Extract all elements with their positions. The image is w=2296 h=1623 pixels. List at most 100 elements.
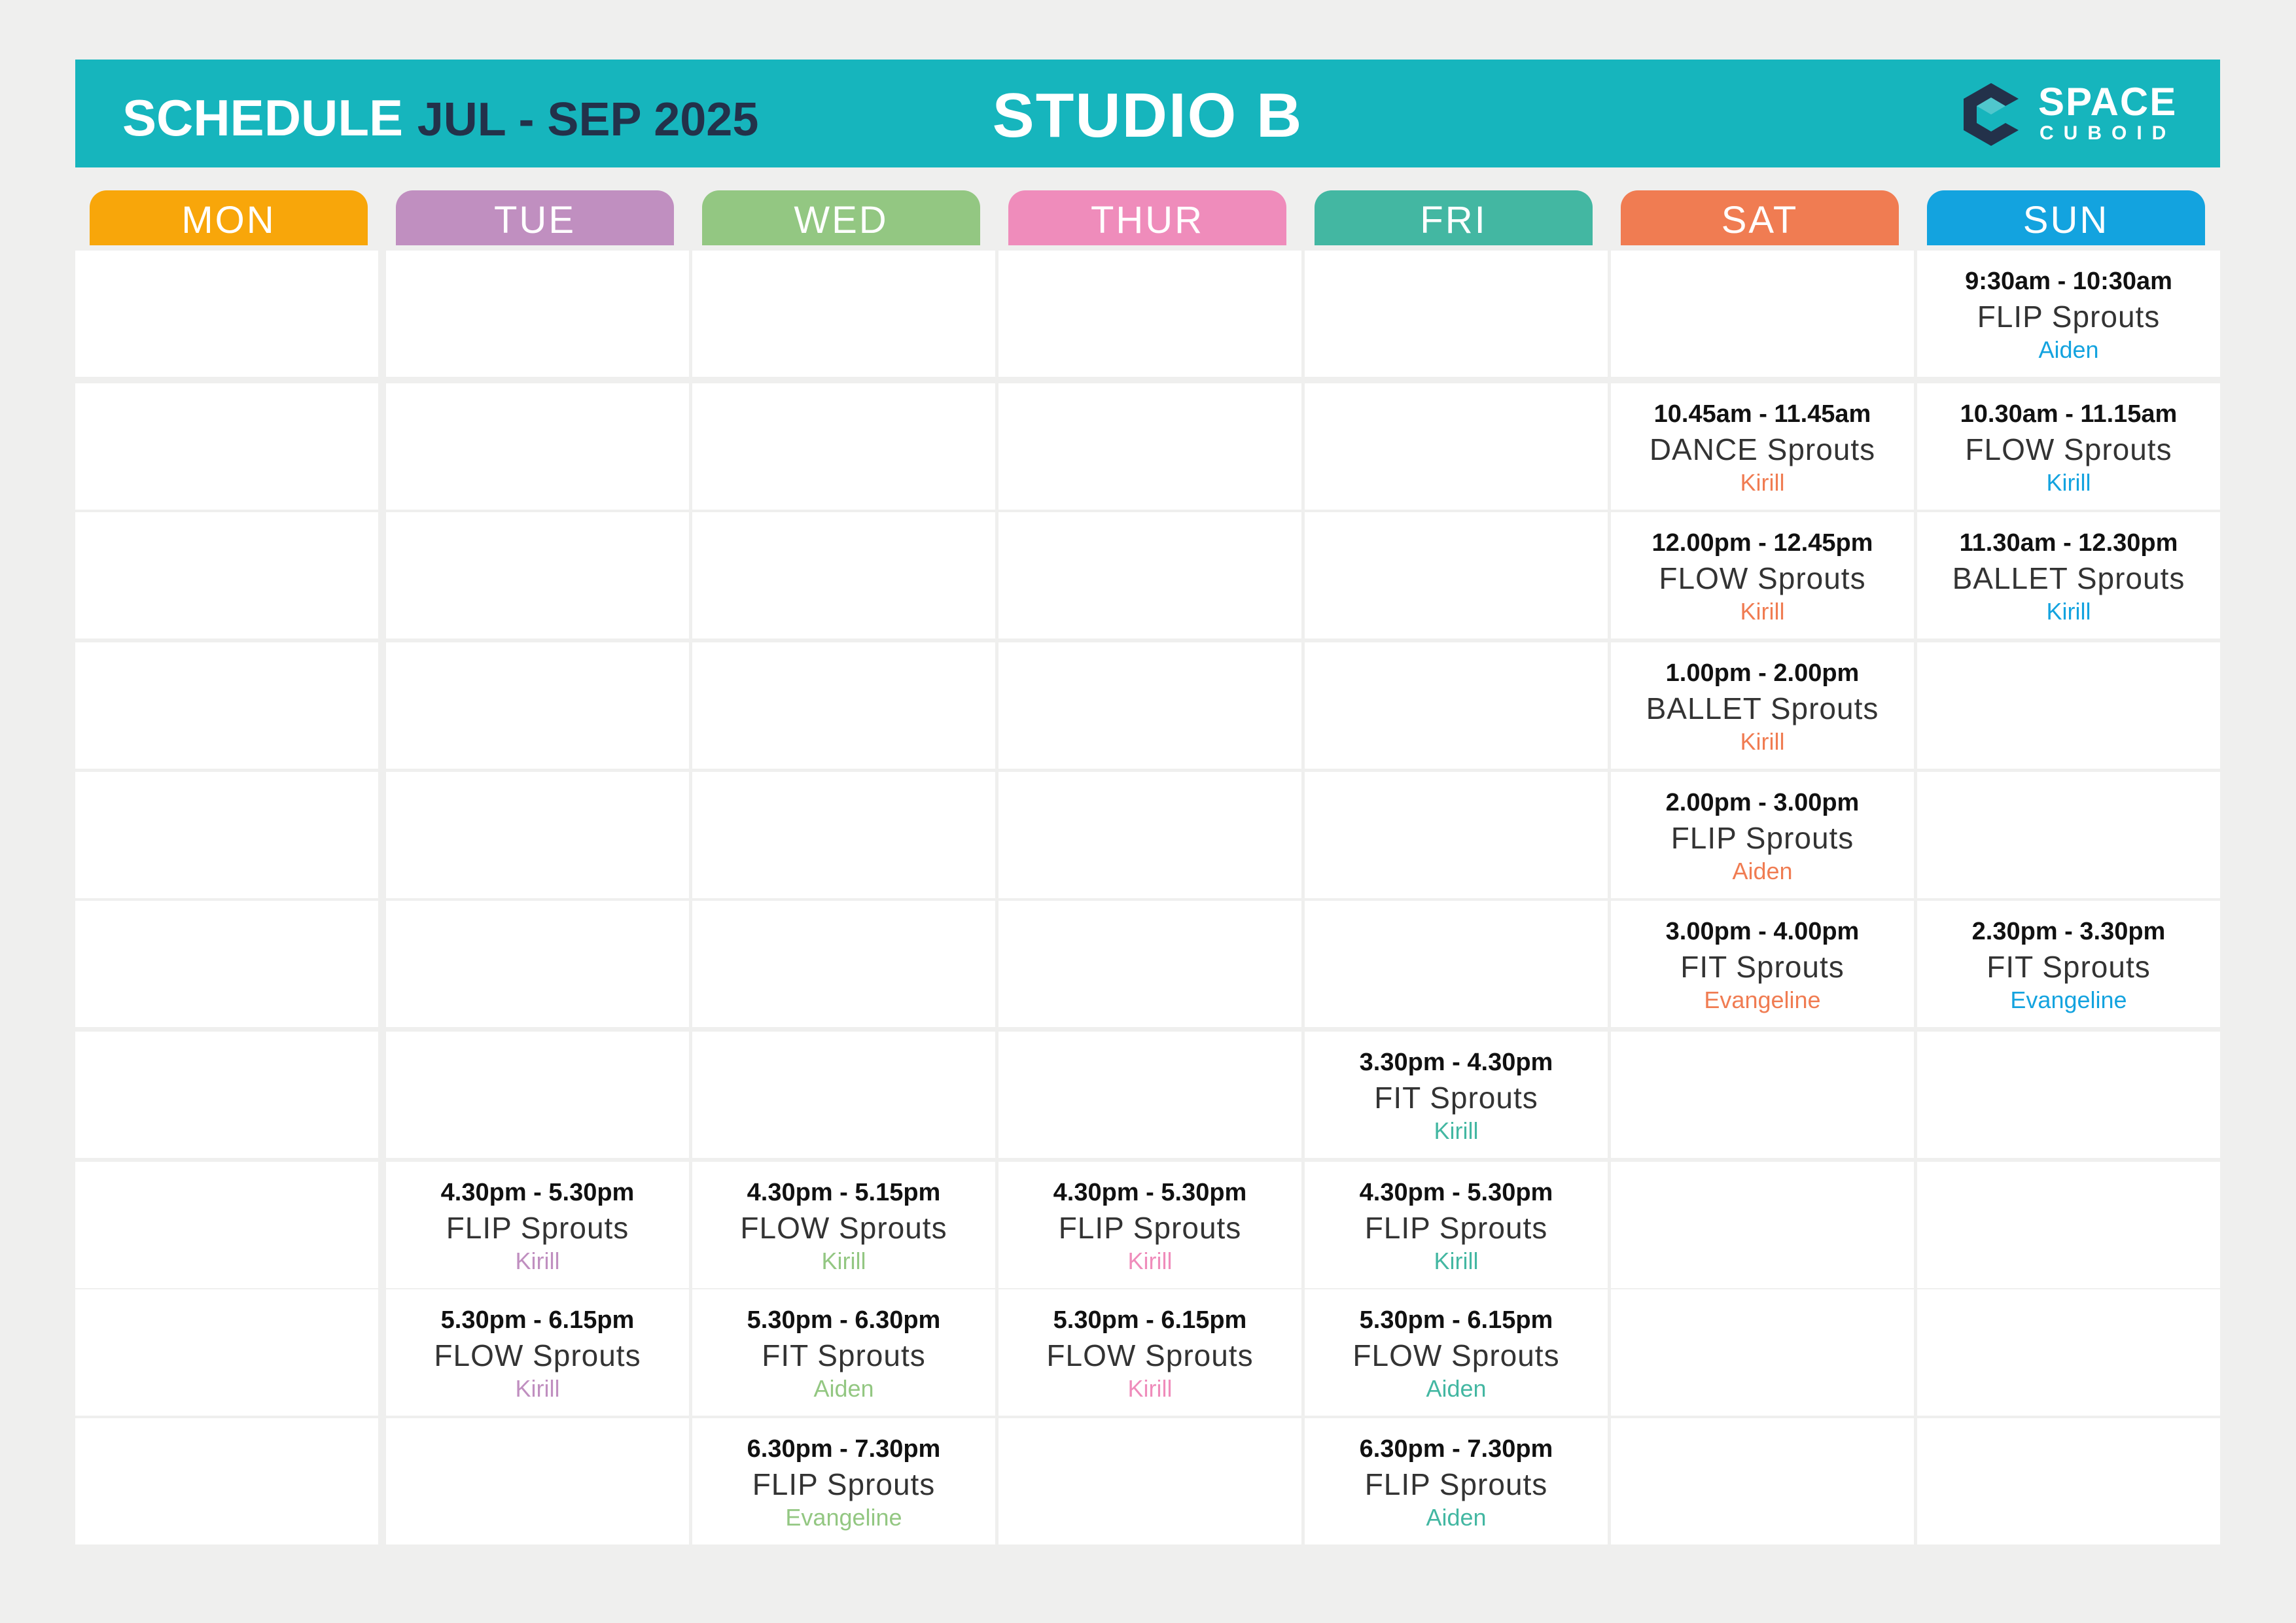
empty-slot	[386, 512, 689, 638]
empty-slot	[692, 642, 995, 769]
class-instructor: Aiden	[1426, 1375, 1487, 1402]
empty-slot	[1305, 251, 1608, 377]
empty-slot	[998, 383, 1301, 510]
empty-slot	[1611, 1162, 1914, 1288]
empty-slot	[1611, 1032, 1914, 1158]
class-instructor: Aiden	[1426, 1504, 1487, 1531]
empty-slot	[692, 383, 995, 510]
class-time: 2.00pm - 3.00pm	[1665, 789, 1860, 816]
class-time: 6.30pm - 7.30pm	[747, 1435, 941, 1463]
empty-slot	[1917, 642, 2220, 769]
empty-slot	[692, 512, 995, 638]
class-instructor: Kirill	[821, 1248, 866, 1274]
class-name: FLIP Sprouts	[1364, 1467, 1548, 1501]
class-time: 6.30pm - 7.30pm	[1359, 1435, 1553, 1463]
class-name: FLIP Sprouts	[752, 1467, 936, 1501]
cube-icon	[1964, 83, 2019, 146]
class-time: 1.00pm - 2.00pm	[1665, 659, 1860, 687]
class-slot: 10.45am - 11.45am DANCE Sprouts Kirill	[1611, 383, 1914, 510]
class-slot: 10.30am - 11.15am FLOW Sprouts Kirill	[1917, 383, 2220, 510]
day-header-fri: FRI	[1315, 190, 1593, 245]
class-name: FLOW Sprouts	[434, 1338, 641, 1372]
class-time: 3.00pm - 4.00pm	[1665, 918, 1860, 945]
class-instructor: Evangeline	[785, 1504, 902, 1531]
day-header-sun: SUN	[1927, 190, 2205, 245]
class-slot: 5.30pm - 6.30pm FIT Sprouts Aiden	[692, 1289, 995, 1416]
day-header-wed: WED	[702, 190, 980, 245]
class-time: 3.30pm - 4.30pm	[1359, 1049, 1553, 1076]
empty-slot	[692, 1032, 995, 1158]
empty-slot	[998, 251, 1301, 377]
class-time: 5.30pm - 6.30pm	[747, 1306, 941, 1334]
empty-slot	[1305, 383, 1608, 510]
class-slot: 3.00pm - 4.00pm FIT Sprouts Evangeline	[1611, 901, 1914, 1027]
day-header-tue: TUE	[396, 190, 674, 245]
empty-slot	[75, 1032, 378, 1158]
empty-slot	[998, 901, 1301, 1027]
day-header-thur: THUR	[1008, 190, 1286, 245]
class-instructor: Kirill	[1740, 469, 1785, 496]
class-name: FLIP Sprouts	[1364, 1211, 1548, 1245]
empty-slot	[1917, 1032, 2220, 1158]
empty-slot	[75, 512, 378, 638]
day-header-mon: MON	[90, 190, 368, 245]
empty-slot	[1305, 642, 1608, 769]
empty-slot	[75, 383, 378, 510]
class-name: FLOW Sprouts	[1659, 561, 1866, 595]
class-slot: 6.30pm - 7.30pm FLIP Sprouts Aiden	[1305, 1418, 1608, 1544]
brand-logo: SPACE CUBOID	[1958, 79, 2176, 151]
empty-slot	[998, 512, 1301, 638]
empty-slot	[75, 1289, 378, 1416]
empty-slot	[386, 772, 689, 898]
class-time: 5.30pm - 6.15pm	[440, 1306, 635, 1334]
class-time: 9:30am - 10:30am	[1965, 268, 2172, 295]
class-time: 4.30pm - 5.30pm	[1053, 1179, 1247, 1206]
empty-slot	[1917, 1418, 2220, 1544]
class-slot: 5.30pm - 6.15pm FLOW Sprouts Aiden	[1305, 1289, 1608, 1416]
class-slot: 4.30pm - 5.30pm FLIP Sprouts Kirill	[998, 1162, 1301, 1288]
empty-slot	[386, 901, 689, 1027]
class-time: 11.30am - 12.30pm	[1959, 529, 2178, 557]
class-name: FIT Sprouts	[1987, 950, 2151, 984]
class-instructor: Kirill	[515, 1248, 560, 1274]
class-slot: 9:30am - 10:30am FLIP Sprouts Aiden	[1917, 251, 2220, 377]
class-slot: 5.30pm - 6.15pm FLOW Sprouts Kirill	[386, 1289, 689, 1416]
class-instructor: Evangeline	[1704, 986, 1821, 1013]
empty-slot	[1611, 1418, 1914, 1544]
class-name: FLOW Sprouts	[1965, 432, 2172, 466]
class-name: FLIP Sprouts	[1977, 300, 2161, 334]
class-name: FLOW Sprouts	[740, 1211, 947, 1245]
empty-slot	[386, 383, 689, 510]
class-name: BALLET Sprouts	[1646, 691, 1879, 725]
class-instructor: Kirill	[1434, 1248, 1479, 1274]
empty-slot	[386, 251, 689, 377]
class-slot: 11.30am - 12.30pm BALLET Sprouts Kirill	[1917, 512, 2220, 638]
class-time: 10.45am - 11.45am	[1653, 400, 1871, 428]
class-instructor: Aiden	[1732, 858, 1793, 884]
class-slot: 4.30pm - 5.30pm FLIP Sprouts Kirill	[1305, 1162, 1608, 1288]
class-instructor: Evangeline	[2010, 986, 2127, 1013]
class-instructor: Kirill	[1127, 1248, 1173, 1274]
class-name: DANCE Sprouts	[1649, 432, 1876, 466]
empty-slot	[998, 1032, 1301, 1158]
class-name: FLOW Sprouts	[1046, 1338, 1254, 1372]
header-bar: SCHEDULE JUL - SEP 2025 STUDIO B SPACE C…	[75, 60, 2220, 167]
class-instructor: Aiden	[2038, 336, 2099, 363]
class-instructor: Aiden	[813, 1375, 874, 1402]
class-time: 4.30pm - 5.30pm	[1359, 1179, 1553, 1206]
logo-word-space: SPACE	[2038, 80, 2178, 124]
class-time: 12.00pm - 12.45pm	[1651, 529, 1873, 557]
empty-slot	[75, 642, 378, 769]
empty-slot	[998, 772, 1301, 898]
empty-slot	[1611, 251, 1914, 377]
class-name: FLOW Sprouts	[1352, 1338, 1560, 1372]
class-name: FLIP Sprouts	[1058, 1211, 1242, 1245]
class-instructor: Kirill	[1434, 1117, 1479, 1144]
class-name: FLIP Sprouts	[1670, 821, 1854, 855]
class-time: 5.30pm - 6.15pm	[1359, 1306, 1553, 1334]
class-time: 4.30pm - 5.30pm	[440, 1179, 635, 1206]
empty-slot	[1917, 1289, 2220, 1416]
empty-slot	[692, 901, 995, 1027]
class-slot: 4.30pm - 5.30pm FLIP Sprouts Kirill	[386, 1162, 689, 1288]
empty-slot	[692, 772, 995, 898]
